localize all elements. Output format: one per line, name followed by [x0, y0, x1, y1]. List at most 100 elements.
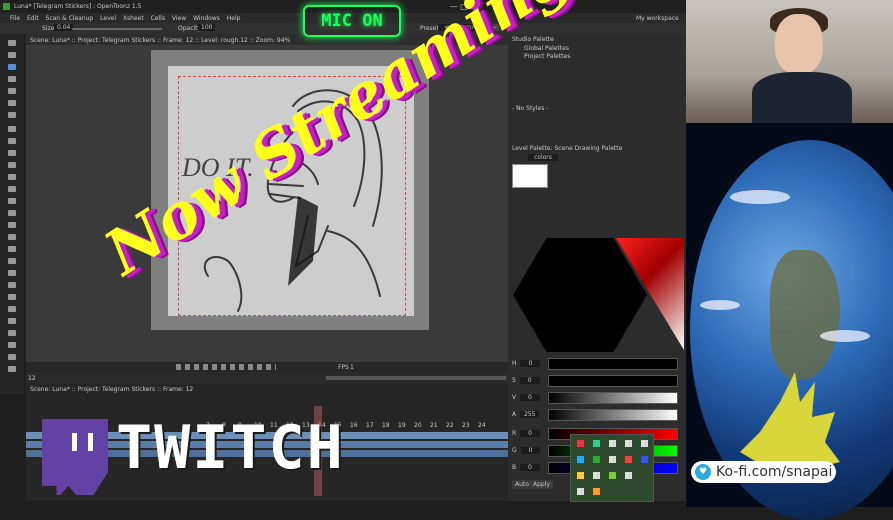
channel-value[interactable]: 0: [520, 360, 541, 367]
color-chip[interactable]: [512, 164, 548, 188]
streamer-face: [775, 14, 823, 74]
frame-number: 24: [478, 422, 486, 429]
menu-level[interactable]: Level: [100, 15, 116, 22]
fill-tool-icon[interactable]: [8, 100, 16, 106]
playback-controls[interactable]: [176, 364, 276, 370]
magnet-tool-icon[interactable]: [8, 210, 16, 216]
auto-button[interactable]: Auto: [512, 480, 532, 489]
tray-icon[interactable]: [625, 440, 632, 447]
style-picker-tool-icon[interactable]: [8, 150, 16, 156]
iron-tool-icon[interactable]: [8, 234, 16, 240]
hand-tool-icon[interactable]: [8, 330, 16, 336]
size-slider[interactable]: [72, 28, 162, 30]
frame-field[interactable]: 12: [28, 375, 36, 382]
frame-number: 20: [414, 422, 422, 429]
tray-icon[interactable]: [577, 488, 584, 495]
zoom-tool-icon[interactable]: [8, 306, 16, 312]
menu-cells[interactable]: Cells: [151, 15, 165, 22]
menu-scan-cleanup[interactable]: Scan & Cleanup: [46, 15, 94, 22]
hue-slider[interactable]: [548, 358, 678, 370]
toolbar: [0, 34, 24, 394]
room-selector[interactable]: My workspace: [636, 15, 679, 22]
channel-a: A 255: [512, 411, 540, 418]
fps-value[interactable]: 1: [350, 364, 354, 371]
streamer-shirt: [752, 72, 852, 123]
tray-icon[interactable]: [641, 440, 648, 447]
finger-tool-icon[interactable]: [8, 354, 16, 360]
frame-slider[interactable]: [326, 376, 506, 380]
twitch-eye-left: [72, 433, 77, 451]
menu-file[interactable]: File: [10, 15, 20, 22]
tray-icon[interactable]: [593, 472, 600, 479]
saturation-slider[interactable]: [548, 375, 678, 387]
tray-icon[interactable]: [577, 472, 584, 479]
rgb-picker-tool-icon[interactable]: [8, 162, 16, 168]
animate-tool-icon[interactable]: [8, 40, 16, 46]
tray-icon[interactable]: [641, 456, 648, 463]
eraser-tool-icon[interactable]: [8, 126, 16, 132]
menu-help[interactable]: Help: [227, 15, 241, 22]
tray-icon[interactable]: [593, 440, 600, 447]
cutter-tool-icon[interactable]: [8, 246, 16, 252]
menu-edit[interactable]: Edit: [27, 15, 39, 22]
channel-label: R: [512, 430, 517, 437]
palette-name-field[interactable]: colors: [528, 154, 558, 161]
ruler-tool-icon[interactable]: [8, 342, 16, 348]
channel-label: H: [512, 360, 517, 367]
control-point-tool-icon[interactable]: [8, 174, 16, 180]
menu-view[interactable]: View: [172, 15, 186, 22]
channel-value[interactable]: 0: [520, 447, 541, 454]
tape-tool-icon[interactable]: [8, 138, 16, 144]
camera-tool-icon[interactable]: [8, 366, 16, 372]
menu-xsheet[interactable]: Xsheet: [123, 15, 144, 22]
brush-tool-icon[interactable]: [8, 64, 16, 70]
channel-label: A: [512, 411, 517, 418]
channel-value[interactable]: 0: [520, 430, 540, 437]
kofi-cup-icon: ♥: [695, 464, 711, 480]
size-field[interactable]: 0.04: [54, 24, 74, 31]
size-label: Size: [42, 25, 55, 32]
channel-value[interactable]: 255: [520, 411, 540, 418]
system-tray-popup: [570, 434, 654, 502]
menu-windows[interactable]: Windows: [193, 15, 220, 22]
apply-button[interactable]: Apply: [530, 480, 553, 489]
tray-icon[interactable]: [609, 440, 616, 447]
tray-icon[interactable]: [593, 456, 600, 463]
window-title: Luna* [Telegram Stickers] : OpenToonz 1.…: [14, 3, 142, 10]
rotate-tool-icon[interactable]: [8, 318, 16, 324]
tracker-tool-icon[interactable]: [8, 270, 16, 276]
opacity-field[interactable]: 100: [198, 24, 216, 31]
cloud-1: [730, 190, 790, 204]
tray-icon[interactable]: [625, 456, 632, 463]
channel-value[interactable]: 0: [520, 464, 540, 471]
alpha-slider[interactable]: [548, 409, 678, 421]
tray-icon[interactable]: [577, 456, 584, 463]
hook-tool-icon[interactable]: [8, 282, 16, 288]
frame-number: 17: [366, 422, 374, 429]
kofi-link[interactable]: Ko-fi.com/snapai: [716, 464, 832, 480]
tray-icon[interactable]: [609, 456, 616, 463]
geometric-tool-icon[interactable]: [8, 76, 16, 82]
tray-icon[interactable]: [609, 472, 616, 479]
pinch-tool-icon[interactable]: [8, 186, 16, 192]
project-palettes-item[interactable]: Project Palettes: [524, 53, 570, 60]
tray-icon[interactable]: [577, 440, 584, 447]
value-slider[interactable]: [548, 392, 678, 404]
level-palette-title: Level Palette: Scene Drawing Palette: [512, 145, 623, 152]
skeleton-tool-icon[interactable]: [8, 258, 16, 264]
menu-items: File Edit Scan & Cleanup Level Xsheet Ce…: [10, 15, 245, 22]
tray-icon[interactable]: [625, 472, 632, 479]
frame-number: 16: [350, 422, 358, 429]
frame-number: 18: [382, 422, 390, 429]
plastic-tool-icon[interactable]: [8, 294, 16, 300]
tray-icon[interactable]: [593, 488, 600, 495]
bender-tool-icon[interactable]: [8, 222, 16, 228]
twitch-wordmark: TWITCH: [116, 413, 345, 483]
global-palettes-item[interactable]: Global Palettes: [524, 45, 569, 52]
selection-tool-icon[interactable]: [8, 52, 16, 58]
channel-value[interactable]: 0: [519, 377, 540, 384]
paint-brush-tool-icon[interactable]: [8, 112, 16, 118]
channel-value[interactable]: 0: [520, 394, 540, 401]
pump-tool-icon[interactable]: [8, 198, 16, 204]
type-tool-icon[interactable]: [8, 88, 16, 94]
